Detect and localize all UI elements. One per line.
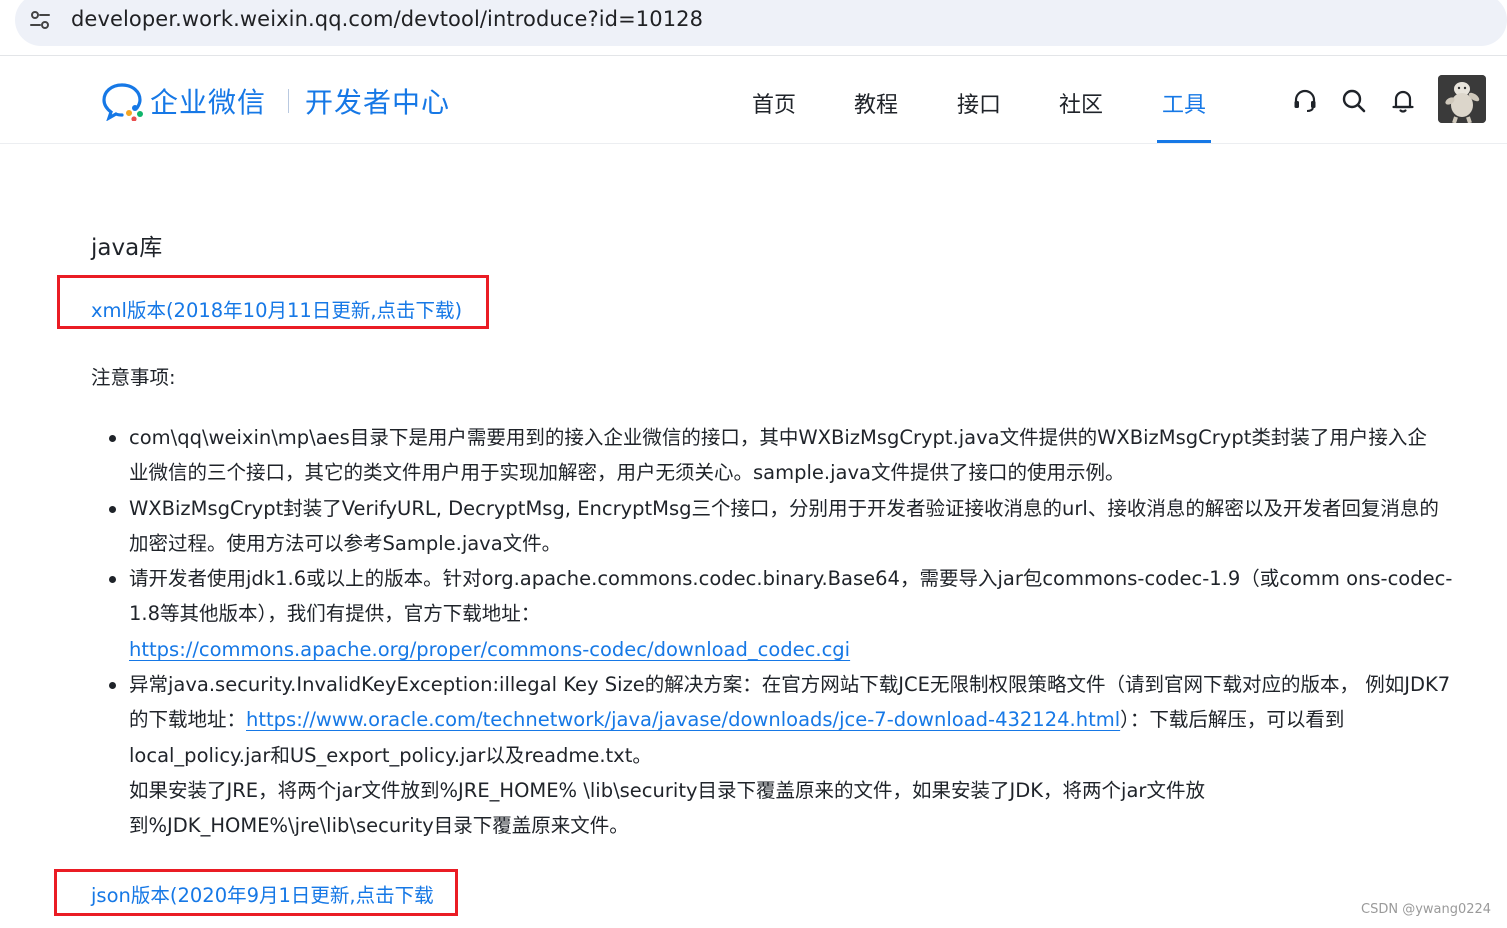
xml-download-link[interactable]: xml版本(2018年10月11日更新,点击下载) xyxy=(91,294,462,323)
bell-icon[interactable] xyxy=(1390,88,1416,114)
logo-text: 企业微信 xyxy=(150,86,267,119)
url-text[interactable]: developer.work.weixin.qq.com/devtool/int… xyxy=(71,7,703,31)
browser-address-bar: developer.work.weixin.qq.com/devtool/int… xyxy=(0,0,1507,56)
nav-community[interactable]: 社区 xyxy=(1059,87,1103,119)
watermark: CSDN @ywang0224 xyxy=(1361,902,1492,917)
nav-home[interactable]: 首页 xyxy=(752,87,796,119)
note-text: local_policy.jar和US_export_policy.jar以及r… xyxy=(129,743,652,767)
note-text: 加密过程。使用方法可以参考Sample.java文件。 xyxy=(129,531,562,555)
jce-download-link[interactable]: https://www.oracle.com/technetwork/java/… xyxy=(246,708,1120,731)
note-text: ）：下载后解压，可以看到 xyxy=(1120,708,1345,732)
note-text: 的下载地址： xyxy=(129,708,247,732)
site-info-icon[interactable] xyxy=(28,8,52,32)
bullet-dot xyxy=(109,682,116,690)
note-text: WXBizMsgCrypt封装了VerifyURL, DecryptMsg, E… xyxy=(129,496,1439,520)
list-item: 请开发者使用jdk1.6或以上的版本。针对org.apache.commons.… xyxy=(105,561,1485,667)
note-text: 业微信的三个接口，其它的类文件用户用于实现加解密，用户无须关心。sample.j… xyxy=(129,461,1125,485)
json-download-link[interactable]: json版本(2020年9月1日更新,点击下载 xyxy=(91,879,434,908)
nav-api[interactable]: 接口 xyxy=(957,87,1001,119)
search-icon[interactable] xyxy=(1341,88,1367,114)
site-header: 企业微信 开发者中心 首页 教程 接口 社区 工具 xyxy=(0,57,1507,144)
bullet-dot xyxy=(109,505,116,513)
list-item: WXBizMsgCrypt封装了VerifyURL, DecryptMsg, E… xyxy=(105,491,1485,562)
note-text: 异常java.security.InvalidKeyException:ille… xyxy=(129,673,1451,697)
note-text: 如果安装了JRE，将两个jar文件放到%JRE_HOME% \lib\secur… xyxy=(129,778,1205,802)
note-line: https://commons.apache.org/proper/common… xyxy=(129,632,1485,667)
bullet-dot xyxy=(109,576,116,584)
avatar[interactable] xyxy=(1438,75,1486,123)
notes-list: com\qq\weixin\mp\aes目录下是用户需要用到的接入企业微信的接口… xyxy=(105,420,1485,844)
note-text: com\qq\weixin\mp\aes目录下是用户需要用到的接入企业微信的接口… xyxy=(129,426,1427,449)
list-item: 异常java.security.InvalidKeyException:ille… xyxy=(105,667,1485,843)
nav-tutorial[interactable]: 教程 xyxy=(854,87,898,119)
note-text: 1.8等其他版本），我们有提供，官方下载地址： xyxy=(129,602,541,626)
logo-separator xyxy=(288,89,290,113)
logo-subtitle: 开发者中心 xyxy=(305,86,451,119)
list-item: com\qq\weixin\mp\aes目录下是用户需要用到的接入企业微信的接口… xyxy=(105,420,1485,491)
notes-title: 注意事项: xyxy=(91,366,176,389)
commons-codec-link[interactable]: https://commons.apache.org/proper/common… xyxy=(129,638,850,661)
note-text: 请开发者使用jdk1.6或以上的版本。针对org.apache.commons.… xyxy=(129,567,1453,591)
nav-active-indicator xyxy=(1157,140,1211,143)
note-line: 的下载地址：https://www.oracle.com/technetwork… xyxy=(129,702,1485,737)
nav-tools[interactable]: 工具 xyxy=(1162,87,1206,119)
avatar-image-icon xyxy=(1438,75,1486,123)
wecom-logo-icon xyxy=(102,83,143,121)
section-title: java库 xyxy=(91,235,163,261)
headset-icon[interactable] xyxy=(1292,88,1318,114)
bullet-dot xyxy=(109,435,116,442)
note-text: 到%JDK_HOME%\jre\lib\security目录下覆盖原来文件。 xyxy=(129,814,629,838)
logo[interactable]: 企业微信 开发者中心 xyxy=(102,81,450,121)
